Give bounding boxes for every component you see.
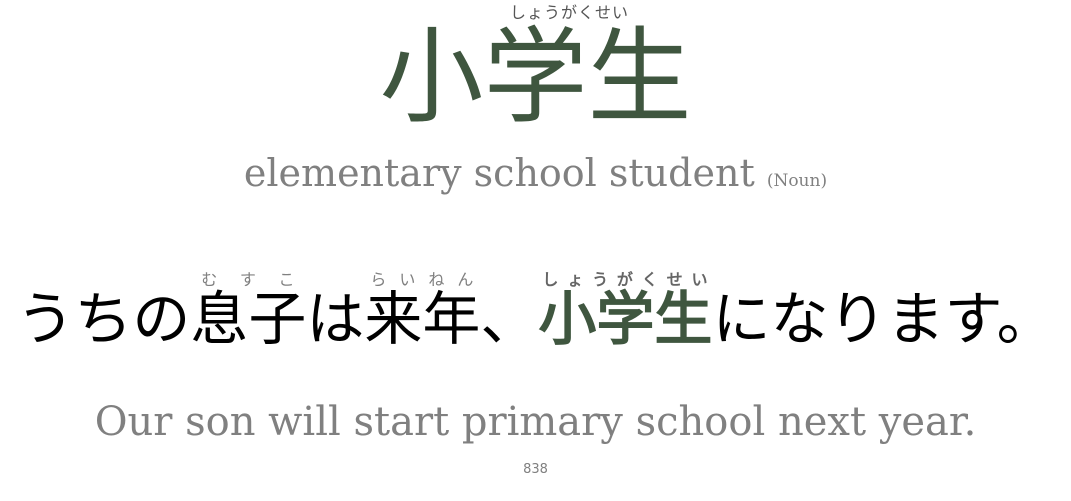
sentence-target-ruby: 小学生しょうがくせい <box>538 270 713 353</box>
part-of-speech: (Noun) <box>766 171 828 191</box>
vocab-word: 小学生 <box>379 16 692 138</box>
vocab-meaning-line: elementary school student (Noun) <box>0 150 1071 204</box>
sentence-reading-1: むすこ <box>190 270 307 289</box>
sentence-text-3: 、 <box>480 285 539 353</box>
example-sentence: うちの息子むすこは来年らいねん、小学生しょうがくせいになります。 <box>0 270 1071 348</box>
sentence-text-4: になります。 <box>712 285 1055 353</box>
vocab-meaning: elementary school student <box>243 151 755 195</box>
card-number: 838 <box>523 462 548 477</box>
sentence-text-1: うちの <box>16 285 191 353</box>
sentence-translation: Our son will start primary school next y… <box>94 399 977 445</box>
sentence-text-2: は <box>306 285 365 353</box>
vocab-block: しょうがくせい 小学生 <box>0 0 1071 133</box>
flashcard: しょうがくせい 小学生 elementary school student (N… <box>0 0 1071 501</box>
sentence-kanji-1: 息子 <box>190 285 307 353</box>
sentence-ruby-2: 来年らいねん <box>364 270 481 353</box>
sentence-target-word: 小学生 <box>538 285 713 353</box>
sentence-kanji-2: 来年 <box>364 285 481 353</box>
sentence-reading-2: らいねん <box>364 270 481 289</box>
sentence-ruby-1: 息子むすこ <box>190 270 307 353</box>
sentence-target-reading: しょうがくせい <box>538 270 713 289</box>
